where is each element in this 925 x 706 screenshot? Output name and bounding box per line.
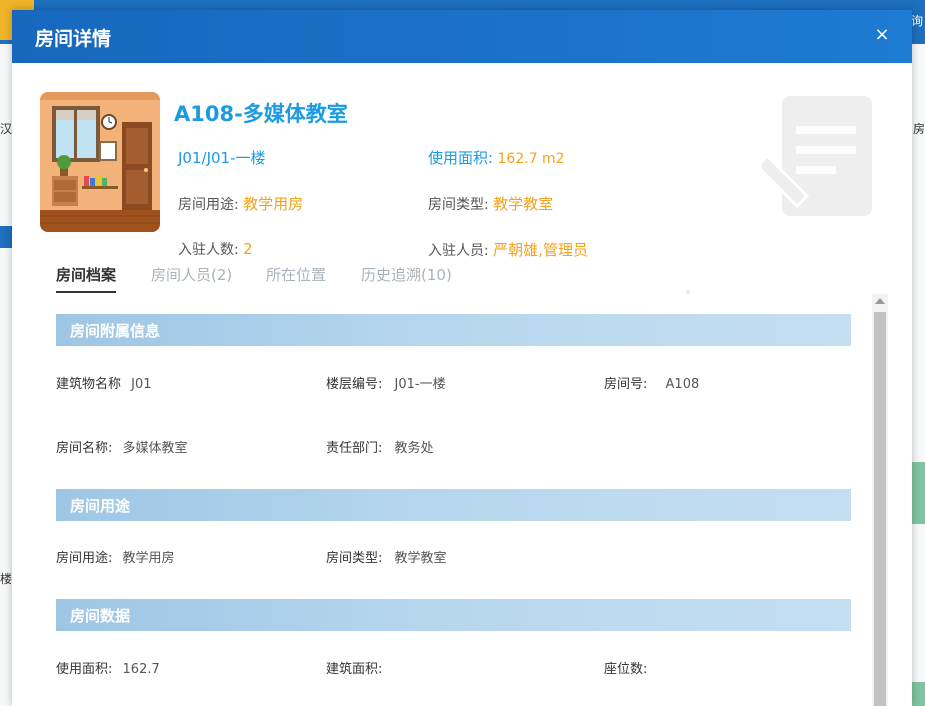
room-usable-area: 使用面积: 162.7 m2 xyxy=(428,147,565,168)
background-right-block xyxy=(912,682,925,706)
room-floor: J01/J01-一楼 xyxy=(178,147,266,168)
background-right-text: 房 xyxy=(912,122,925,136)
field-label: 房间名称: xyxy=(56,441,113,456)
room-purpose: 房间用途: 教学用房 xyxy=(178,193,303,214)
field-floor-number: 楼层编号: J01-一楼 xyxy=(326,373,446,392)
field-label: 责任部门: xyxy=(326,441,383,456)
field-label: 建筑物名称 xyxy=(56,377,122,392)
document-edit-icon xyxy=(762,96,872,216)
tab-location[interactable]: 所在位置 xyxy=(266,264,326,285)
field-value: 多媒体教室 xyxy=(122,441,188,456)
field-value: J01-一楼 xyxy=(394,377,446,392)
section-header-attached-info: 房间附属信息 xyxy=(56,314,851,346)
room-purpose-label: 房间用途: xyxy=(178,197,239,213)
occupant-count-value: 2 xyxy=(243,240,253,258)
background-right-block xyxy=(912,462,925,524)
field-value: 教务处 xyxy=(394,441,434,456)
room-type: 房间类型: 教学教室 xyxy=(428,193,553,214)
background-right-panel xyxy=(912,44,925,706)
field-label: 楼层编号: xyxy=(326,377,383,392)
room-type-value: 教学教室 xyxy=(493,195,554,213)
field-room-name: 房间名称: 多媒体教室 xyxy=(56,437,188,456)
field-label: 使用面积: xyxy=(56,662,113,677)
occupant-count-label: 入驻人数: xyxy=(178,242,239,258)
field-building-name: 建筑物名称 J01 xyxy=(56,373,152,392)
room-archive-panel: 房间附属信息 建筑物名称 J01 楼层编号: J01-一楼 房间号: A108 … xyxy=(52,294,888,706)
field-room-number: 房间号: A108 xyxy=(604,373,699,392)
field-value: A108 xyxy=(665,377,700,392)
field-label: 房间用途: xyxy=(56,551,113,566)
field-responsible-dept: 责任部门: 教务处 xyxy=(326,437,434,456)
field-room-type: 房间类型: 教学教室 xyxy=(326,547,447,566)
room-name: A108-多媒体教室 xyxy=(174,102,348,126)
room-type-label: 房间类型: xyxy=(428,197,489,213)
field-usable-area: 使用面积: 162.7 xyxy=(56,658,160,677)
field-value: 教学教室 xyxy=(394,551,447,566)
field-label: 房间号: xyxy=(604,377,648,392)
vertical-scrollbar[interactable] xyxy=(872,294,888,706)
scroll-up-arrow-icon[interactable] xyxy=(875,298,885,304)
tab-history[interactable]: 历史追溯(10) xyxy=(361,264,452,285)
background-left-highlight xyxy=(0,226,12,248)
modal-title: 房间详情 xyxy=(35,28,112,50)
field-building-area: 建筑面积: xyxy=(326,658,382,677)
field-label: 建筑面积: xyxy=(326,662,383,677)
field-label: 房间类型: xyxy=(326,551,383,566)
field-seat-count: 座位数: xyxy=(604,658,647,677)
field-value: J01 xyxy=(131,377,152,392)
tab-room-personnel[interactable]: 房间人员(2) xyxy=(151,264,232,285)
background-left-text: 楼 xyxy=(0,572,13,586)
background-top-text: 询 xyxy=(910,14,923,28)
field-value: 教学用房 xyxy=(122,551,175,566)
occupants: 入驻人员: 严朝雄,管理员 xyxy=(428,239,588,260)
background-left-panel xyxy=(0,44,12,706)
occupants-value: 严朝雄,管理员 xyxy=(493,241,588,259)
section-title: 房间用途 xyxy=(70,497,131,515)
section-header-room-data: 房间数据 xyxy=(56,599,851,631)
usable-area-value: 162.7 m2 xyxy=(497,151,565,167)
occupant-count: 入驻人数: 2 xyxy=(178,239,253,259)
field-room-purpose: 房间用途: 教学用房 xyxy=(56,547,175,566)
tab-room-archive[interactable]: 房间档案 xyxy=(56,264,117,293)
section-title: 房间附属信息 xyxy=(70,322,161,340)
modal-header: 房间详情 × xyxy=(12,10,912,63)
room-image xyxy=(40,92,160,232)
close-button[interactable]: × xyxy=(872,25,892,45)
room-detail-modal: 房间详情 × A108-多媒体教室 J01/J01-一楼 使用面积: 162.7… xyxy=(12,10,912,706)
section-header-purpose: 房间用途 xyxy=(56,489,851,521)
room-purpose-value: 教学用房 xyxy=(243,195,304,213)
occupants-label: 入驻人员: xyxy=(428,243,489,259)
background-left-text: 汉 xyxy=(0,122,13,136)
scrollbar-thumb[interactable] xyxy=(874,312,886,706)
room-floor-value: J01/J01-一楼 xyxy=(178,149,266,167)
section-title: 房间数据 xyxy=(70,607,131,625)
field-value: 162.7 xyxy=(122,662,160,677)
usable-area-label: 使用面积: xyxy=(428,149,494,167)
field-label: 座位数: xyxy=(604,662,648,677)
